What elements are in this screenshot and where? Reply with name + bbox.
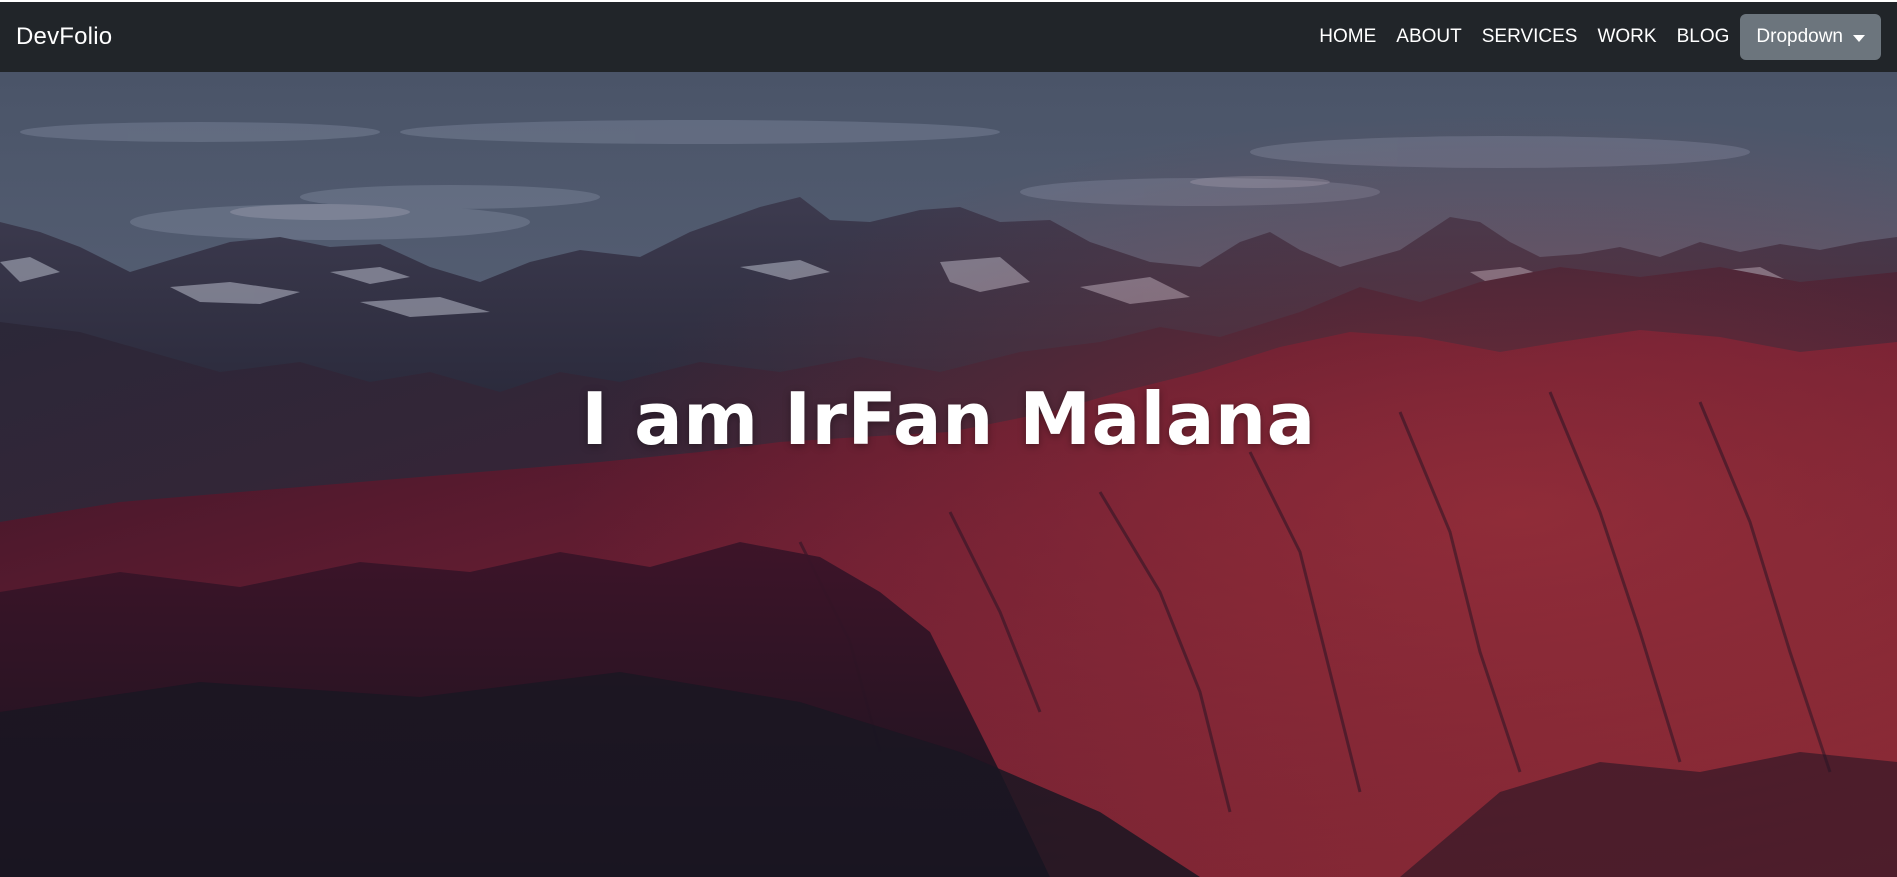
nav-link-services[interactable]: SERVICES [1472,26,1588,48]
dropdown-button[interactable]: Dropdown [1740,14,1881,60]
hero-title: I am IrFan Malana [581,377,1316,461]
page: DevFolio HOME ABOUT SERVICES WORK BLOG D… [0,0,1897,877]
hero-background-image [0,72,1897,877]
navbar: DevFolio HOME ABOUT SERVICES WORK BLOG D… [0,0,1897,72]
nav-links: HOME ABOUT SERVICES WORK BLOG Dropdown [1309,14,1881,60]
nav-link-blog[interactable]: BLOG [1667,26,1740,48]
dropdown-label: Dropdown [1756,26,1843,47]
brand-logo[interactable]: DevFolio [16,23,112,51]
nav-link-work[interactable]: WORK [1587,26,1666,48]
nav-link-about[interactable]: ABOUT [1386,26,1471,48]
caret-down-icon [1853,34,1865,42]
nav-link-home[interactable]: HOME [1309,26,1386,48]
hero-section: I am IrFan Malana [0,72,1897,877]
